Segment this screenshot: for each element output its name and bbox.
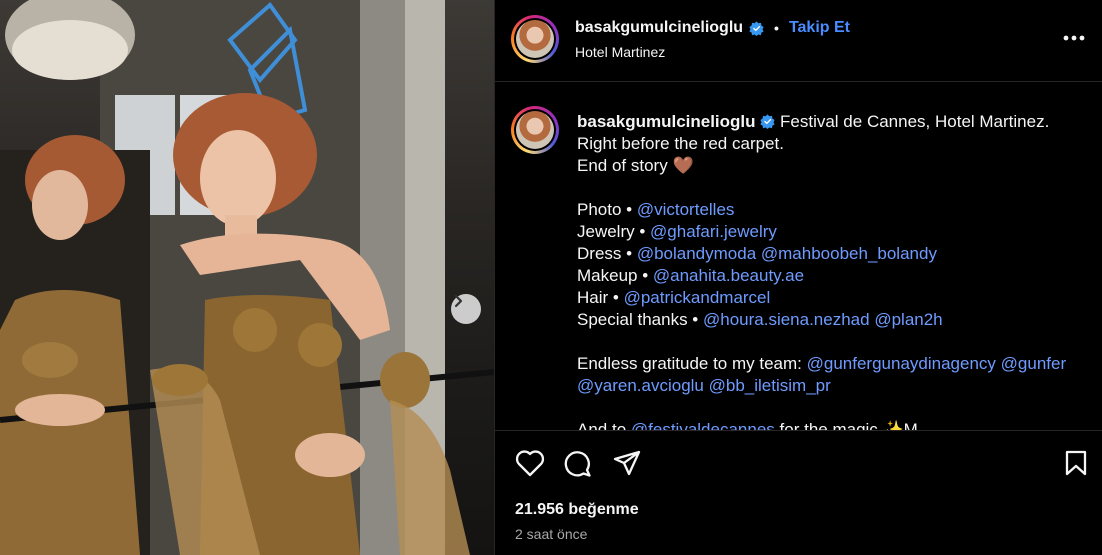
follow-button[interactable]: Takip Et	[789, 19, 850, 37]
verified-badge-icon	[749, 20, 764, 36]
bookmark-icon	[1065, 450, 1087, 476]
mention-link[interactable]: @gunfer	[1001, 354, 1066, 373]
post-image[interactable]	[0, 0, 494, 555]
send-icon	[613, 450, 641, 476]
credit-label: Special thanks •	[577, 310, 699, 329]
mention-link[interactable]: @bb_iletisim_pr	[709, 376, 831, 395]
likes-count[interactable]: 21.956 beğenme	[515, 501, 639, 519]
mention-link[interactable]: @bolandymoda	[637, 244, 756, 263]
save-button[interactable]	[1063, 449, 1089, 482]
like-button[interactable]	[515, 449, 545, 482]
post-timestamp[interactable]: 2 saat önce	[515, 526, 587, 542]
mention-link[interactable]: @houra.siena.nezhad	[703, 310, 870, 329]
location-link[interactable]: Hotel Martinez	[575, 44, 665, 60]
mention-link[interactable]: @gunfergunaydinagency	[807, 354, 996, 373]
caption-username[interactable]: basakgumulcinelioglu	[577, 112, 756, 131]
post-photo-illustration	[0, 0, 494, 555]
comment-icon	[564, 451, 591, 477]
caption-section: basakgumulcinelioglu Festival de Cannes,…	[495, 83, 1102, 430]
chevron-right-icon	[454, 294, 463, 308]
closing-text: for the magic ✨M	[779, 420, 918, 430]
caption-avatar[interactable]	[511, 106, 559, 154]
verified-badge-icon	[760, 114, 775, 129]
brown-heart-emoji: 🤎	[672, 156, 694, 175]
mention-link[interactable]: @victortelles	[637, 200, 735, 219]
post-actions: 21.956 beğenme 2 saat önce	[495, 430, 1102, 555]
username-link[interactable]: basakgumulcinelioglu	[575, 19, 743, 37]
gratitude-text: Endless gratitude to my team:	[577, 354, 802, 373]
mention-link[interactable]: @anahita.beauty.ae	[653, 266, 804, 285]
mention-link[interactable]: @festivaldecannes	[631, 420, 775, 430]
mention-link[interactable]: @mahboobeh_bolandy	[761, 244, 937, 263]
credit-label: Photo •	[577, 200, 633, 219]
credit-label: Makeup •	[577, 266, 649, 285]
caption-line: End of story	[577, 156, 668, 175]
mention-link[interactable]: @patrickandmarcel	[624, 288, 771, 307]
caption-line: Festival de Cannes, Hotel Martinez.	[780, 112, 1050, 131]
credit-label: Dress •	[577, 244, 633, 263]
caption-text: basakgumulcinelioglu Festival de Cannes,…	[577, 111, 1087, 430]
avatar[interactable]	[511, 15, 559, 63]
credit-label: Jewelry •	[577, 222, 646, 241]
post-header: basakgumulcinelioglu • Takip Et Hotel Ma…	[495, 0, 1102, 82]
credit-label: Hair •	[577, 288, 619, 307]
next-image-button[interactable]	[451, 294, 481, 324]
closing-text: And to	[577, 420, 627, 430]
mention-link[interactable]: @yaren.avcioglu	[577, 376, 704, 395]
share-button[interactable]	[612, 449, 642, 482]
heart-icon	[515, 450, 545, 477]
mention-link[interactable]: @ghafari.jewelry	[650, 222, 777, 241]
post-details-panel: basakgumulcinelioglu • Takip Et Hotel Ma…	[494, 0, 1102, 555]
comment-button[interactable]	[563, 449, 593, 482]
caption-line: Right before the red carpet.	[577, 134, 784, 153]
more-options-icon	[1063, 35, 1085, 41]
more-options-button[interactable]	[1063, 28, 1085, 46]
mention-link[interactable]: @plan2h	[874, 310, 942, 329]
separator-dot: •	[774, 20, 779, 36]
